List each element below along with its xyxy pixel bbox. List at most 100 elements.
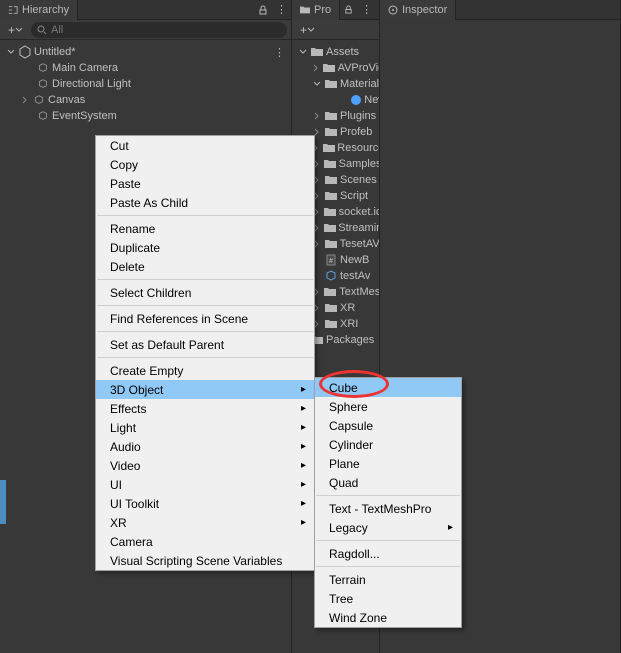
asset-icon — [350, 93, 362, 107]
scene-row[interactable]: Untitled* ⋮ — [0, 44, 291, 60]
asset-icon — [323, 141, 335, 155]
menu-item-paste[interactable]: Paste — [96, 174, 314, 193]
chevron-down-icon[interactable] — [6, 47, 16, 57]
menu-item-camera[interactable]: Camera — [96, 532, 314, 551]
menu-item-visual-scripting-scene-variables[interactable]: Visual Scripting Scene Variables — [96, 551, 314, 570]
hierarchy-item-label: Main Camera — [52, 62, 118, 74]
menu-separator — [97, 215, 313, 216]
project-create-dropdown[interactable]: + — [296, 23, 319, 37]
hierarchy-menu-icon[interactable]: ⋮ — [272, 3, 291, 16]
assets-root[interactable]: Assets — [292, 44, 379, 60]
asset-label: XR — [340, 302, 355, 314]
chevron-down-icon[interactable] — [298, 47, 308, 57]
menu-item-3d-object[interactable]: 3D Object▸ — [96, 380, 314, 399]
asset-label: Streamin — [338, 222, 379, 234]
project-item[interactable]: New M — [292, 92, 379, 108]
project-item[interactable]: Plugins — [292, 108, 379, 124]
hierarchy-tab[interactable]: Hierarchy — [0, 0, 78, 20]
menu-separator — [97, 305, 313, 306]
submenu-item-plane[interactable]: Plane — [315, 454, 461, 473]
menu-item-set-as-default-parent[interactable]: Set as Default Parent — [96, 335, 314, 354]
menu-item-find-references-in-scene[interactable]: Find References in Scene — [96, 309, 314, 328]
hierarchy-lock-icon[interactable] — [254, 5, 272, 15]
expand-icon[interactable] — [312, 79, 322, 89]
project-tab[interactable]: Pro — [292, 0, 340, 20]
chevron-down-icon — [15, 26, 23, 34]
chevron-right-icon: ▸ — [301, 460, 306, 471]
menu-item-copy[interactable]: Copy — [96, 155, 314, 174]
submenu-item-text-textmeshpro[interactable]: Text - TextMeshPro — [315, 499, 461, 518]
submenu-item-wind-zone[interactable]: Wind Zone — [315, 608, 461, 627]
chevron-right-icon: ▸ — [301, 498, 306, 509]
submenu-item-cylinder[interactable]: Cylinder — [315, 435, 461, 454]
menu-item-video[interactable]: Video▸ — [96, 456, 314, 475]
menu-item-cut[interactable]: Cut — [96, 136, 314, 155]
menu-item-ui[interactable]: UI▸ — [96, 475, 314, 494]
asset-icon — [324, 269, 338, 283]
inspector-tab-row: Inspector — [380, 0, 620, 20]
selection-edge — [0, 480, 6, 524]
folder-icon — [310, 45, 324, 59]
submenu-item-terrain[interactable]: Terrain — [315, 570, 461, 589]
menu-item-xr[interactable]: XR▸ — [96, 513, 314, 532]
menu-item-audio[interactable]: Audio▸ — [96, 437, 314, 456]
svg-text:#: # — [329, 258, 333, 265]
expand-icon[interactable] — [312, 111, 322, 121]
assets-label: Assets — [326, 46, 359, 58]
menu-item-ui-toolkit[interactable]: UI Toolkit▸ — [96, 494, 314, 513]
submenu-item-tree[interactable]: Tree — [315, 589, 461, 608]
expand-icon[interactable] — [312, 63, 321, 73]
hierarchy-item-label: EventSystem — [52, 110, 117, 122]
menu-item-light[interactable]: Light▸ — [96, 418, 314, 437]
project-item[interactable]: AVProVic — [292, 60, 379, 76]
menu-item-effects[interactable]: Effects▸ — [96, 399, 314, 418]
asset-icon — [324, 109, 338, 123]
packages-label: Packages — [326, 334, 374, 346]
menu-item-create-empty[interactable]: Create Empty — [96, 361, 314, 380]
asset-icon — [323, 221, 336, 235]
expand-icon[interactable] — [344, 95, 348, 105]
hierarchy-item[interactable]: Canvas — [0, 92, 291, 108]
menu-item-select-children[interactable]: Select Children — [96, 283, 314, 302]
asset-label: NewB — [340, 254, 369, 266]
menu-item-rename[interactable]: Rename — [96, 219, 314, 238]
project-lock-icon[interactable] — [340, 5, 357, 14]
submenu-item-quad[interactable]: Quad — [315, 473, 461, 492]
submenu-item-sphere[interactable]: Sphere — [315, 397, 461, 416]
chevron-right-icon[interactable] — [20, 95, 30, 105]
menu-item-delete[interactable]: Delete — [96, 257, 314, 276]
submenu-item-capsule[interactable]: Capsule — [315, 416, 461, 435]
hierarchy-search[interactable] — [31, 22, 287, 38]
submenu-item-ragdoll-[interactable]: Ragdoll... — [315, 544, 461, 563]
menu-item-paste-as-child[interactable]: Paste As Child — [96, 193, 314, 212]
chevron-right-icon: ▸ — [448, 522, 453, 533]
inspector-tab[interactable]: Inspector — [380, 0, 456, 20]
folder-icon — [300, 5, 310, 15]
asset-label: Samples — [339, 158, 379, 170]
chevron-right-icon: ▸ — [301, 384, 306, 395]
project-menu-icon[interactable]: ⋮ — [357, 3, 376, 16]
hierarchy-item[interactable]: Directional Light — [0, 76, 291, 92]
hierarchy-item[interactable]: EventSystem — [0, 108, 291, 124]
asset-icon — [324, 77, 338, 91]
asset-icon — [323, 61, 336, 75]
asset-icon — [324, 301, 338, 315]
submenu-item-cube[interactable]: Cube — [315, 378, 461, 397]
asset-label: socket.ic — [339, 206, 379, 218]
asset-icon — [323, 157, 336, 171]
hierarchy-item[interactable]: Main Camera — [0, 60, 291, 76]
submenu-item-legacy[interactable]: Legacy▸ — [315, 518, 461, 537]
scene-more-icon[interactable]: ⋮ — [274, 46, 291, 59]
project-item[interactable]: Material — [292, 76, 379, 92]
menu-item-duplicate[interactable]: Duplicate — [96, 238, 314, 257]
asset-icon — [324, 173, 338, 187]
create-dropdown[interactable]: + — [4, 23, 27, 37]
search-icon — [37, 25, 47, 35]
asset-icon — [324, 189, 338, 203]
hierarchy-tab-row: Hierarchy ⋮ — [0, 0, 291, 20]
asset-icon — [324, 285, 338, 299]
project-toolbar: + — [292, 20, 379, 40]
asset-label: Scenes — [340, 174, 377, 186]
hierarchy-toolbar: + — [0, 20, 291, 40]
hierarchy-search-input[interactable] — [51, 24, 281, 36]
